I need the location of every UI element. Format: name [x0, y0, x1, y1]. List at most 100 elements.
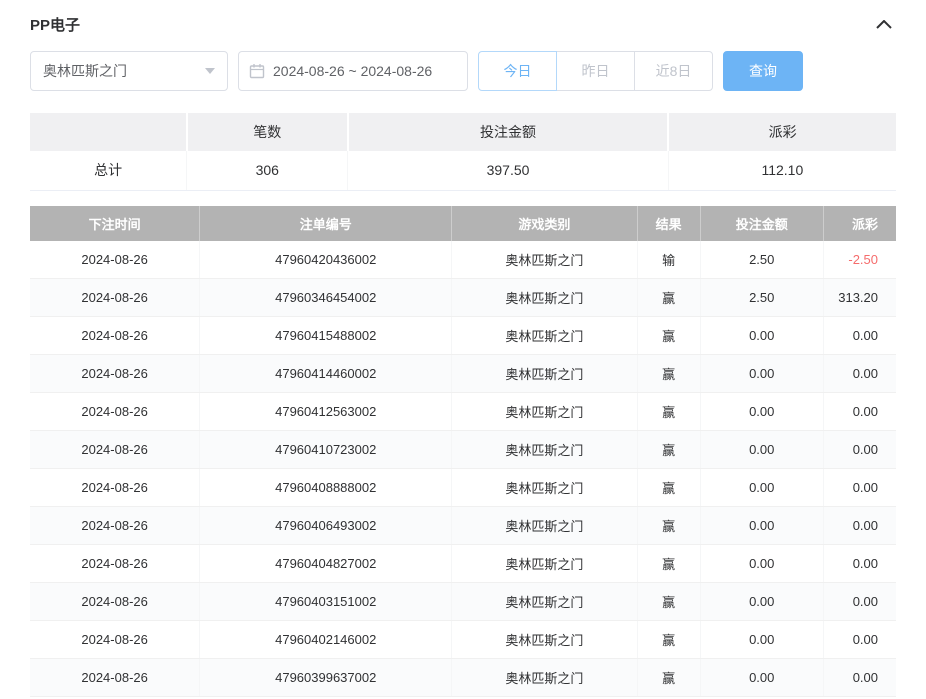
- summary-total-label: 总计: [30, 151, 187, 190]
- payout-cell: 0.00: [823, 583, 896, 621]
- bet-time-cell: 2024-08-26: [30, 545, 200, 583]
- bet-time-cell: 2024-08-26: [30, 507, 200, 545]
- game-category-cell: 奥林匹斯之门: [452, 279, 637, 317]
- game-category-cell: 奥林匹斯之门: [452, 393, 637, 431]
- bet-amount-cell: 0.00: [700, 431, 823, 469]
- payout-cell: 0.00: [823, 507, 896, 545]
- chevron-up-icon: [876, 20, 892, 29]
- bet-amount-cell: 0.00: [700, 621, 823, 659]
- result-cell: 赢: [637, 621, 700, 659]
- bet-amount-cell: 0.00: [700, 659, 823, 697]
- bet-time-cell: 2024-08-26: [30, 583, 200, 621]
- bet-id-cell: 47960402146002: [200, 621, 452, 659]
- summary-total-count: 306: [187, 151, 348, 190]
- payout-cell: 0.00: [823, 431, 896, 469]
- record-row: 2024-08-26 47960414460002 奥林匹斯之门 赢 0.00 …: [30, 355, 896, 393]
- game-select-value: 奥林匹斯之门: [43, 61, 127, 81]
- bet-time-cell: 2024-08-26: [30, 659, 200, 697]
- bet-id-cell: 47960403151002: [200, 583, 452, 621]
- record-row: 2024-08-26 47960420436002 奥林匹斯之门 输 2.50 …: [30, 241, 896, 279]
- bet-time-cell: 2024-08-26: [30, 469, 200, 507]
- last-8-days-button[interactable]: 近8日: [634, 51, 713, 91]
- bet-id-cell: 47960415488002: [200, 317, 452, 355]
- bet-id-cell: 47960399637002: [200, 659, 452, 697]
- collapse-button[interactable]: [872, 16, 896, 33]
- filter-bar: 奥林匹斯之门 2024-08-26 ~ 2024-08-26 今日 昨日 近8日…: [30, 51, 896, 91]
- records-header-row: 下注时间 注单编号 游戏类别 结果 投注金额 派彩: [30, 206, 896, 241]
- record-row: 2024-08-26 47960346454002 奥林匹斯之门 赢 2.50 …: [30, 279, 896, 317]
- bet-id-cell: 47960406493002: [200, 507, 452, 545]
- bet-time-cell: 2024-08-26: [30, 279, 200, 317]
- bet-id-cell: 47960410723002: [200, 431, 452, 469]
- record-row: 2024-08-26 47960404827002 奥林匹斯之门 赢 0.00 …: [30, 545, 896, 583]
- record-row: 2024-08-26 47960399637002 奥林匹斯之门 赢 0.00 …: [30, 659, 896, 697]
- result-cell: 赢: [637, 355, 700, 393]
- records-table: 下注时间 注单编号 游戏类别 结果 投注金额 派彩 2024-08-26 479…: [30, 206, 896, 698]
- bet-amount-cell: 0.00: [700, 583, 823, 621]
- bet-amount-cell: 0.00: [700, 317, 823, 355]
- game-category-cell: 奥林匹斯之门: [452, 469, 637, 507]
- bet-id-cell: 47960412563002: [200, 393, 452, 431]
- bet-id-cell: 47960420436002: [200, 241, 452, 279]
- result-cell: 赢: [637, 583, 700, 621]
- bet-time-cell: 2024-08-26: [30, 317, 200, 355]
- header-result: 结果: [637, 206, 700, 241]
- bet-amount-cell: 0.00: [700, 545, 823, 583]
- record-row: 2024-08-26 47960403151002 奥林匹斯之门 赢 0.00 …: [30, 583, 896, 621]
- payout-cell: 0.00: [823, 317, 896, 355]
- payout-cell: 0.00: [823, 469, 896, 507]
- calendar-icon: [249, 63, 265, 79]
- search-button[interactable]: 查询: [723, 51, 803, 91]
- summary-header-payout: 派彩: [668, 113, 896, 151]
- result-cell: 赢: [637, 393, 700, 431]
- payout-cell: 0.00: [823, 355, 896, 393]
- summary-header-blank: [30, 113, 187, 151]
- record-row: 2024-08-26 47960406493002 奥林匹斯之门 赢 0.00 …: [30, 507, 896, 545]
- summary-total-row: 总计 306 397.50 112.10: [30, 151, 896, 190]
- date-range-value: 2024-08-26 ~ 2024-08-26: [273, 63, 432, 79]
- bet-amount-cell: 2.50: [700, 279, 823, 317]
- result-cell: 输: [637, 241, 700, 279]
- header-game-category: 游戏类别: [452, 206, 637, 241]
- result-cell: 赢: [637, 431, 700, 469]
- result-cell: 赢: [637, 279, 700, 317]
- bet-id-cell: 47960346454002: [200, 279, 452, 317]
- date-range-picker[interactable]: 2024-08-26 ~ 2024-08-26: [238, 51, 468, 91]
- panel-title: PP电子: [30, 14, 80, 35]
- header-bet-amount: 投注金额: [700, 206, 823, 241]
- payout-cell: 313.20: [823, 279, 896, 317]
- record-row: 2024-08-26 47960408888002 奥林匹斯之门 赢 0.00 …: [30, 469, 896, 507]
- quick-date-button-group: 今日 昨日 近8日: [478, 51, 713, 91]
- yesterday-button[interactable]: 昨日: [556, 51, 635, 91]
- payout-cell: 0.00: [823, 621, 896, 659]
- bet-id-cell: 47960408888002: [200, 469, 452, 507]
- bet-amount-cell: 0.00: [700, 393, 823, 431]
- game-category-cell: 奥林匹斯之门: [452, 431, 637, 469]
- payout-cell: 0.00: [823, 545, 896, 583]
- summary-table: 笔数 投注金额 派彩 总计 306 397.50 112.10: [30, 113, 896, 191]
- bet-id-cell: 47960414460002: [200, 355, 452, 393]
- panel-header: PP电子: [30, 0, 896, 35]
- bet-amount-cell: 0.00: [700, 355, 823, 393]
- payout-cell: 0.00: [823, 659, 896, 697]
- result-cell: 赢: [637, 469, 700, 507]
- bet-amount-cell: 2.50: [700, 241, 823, 279]
- result-cell: 赢: [637, 659, 700, 697]
- result-cell: 赢: [637, 317, 700, 355]
- header-bet-time: 下注时间: [30, 206, 200, 241]
- payout-cell: 0.00: [823, 393, 896, 431]
- payout-cell: -2.50: [823, 241, 896, 279]
- game-select[interactable]: 奥林匹斯之门: [30, 51, 228, 91]
- record-row: 2024-08-26 47960410723002 奥林匹斯之门 赢 0.00 …: [30, 431, 896, 469]
- bet-time-cell: 2024-08-26: [30, 431, 200, 469]
- bet-id-cell: 47960404827002: [200, 545, 452, 583]
- bet-amount-cell: 0.00: [700, 507, 823, 545]
- chevron-down-icon: [205, 68, 215, 74]
- game-category-cell: 奥林匹斯之门: [452, 241, 637, 279]
- record-row: 2024-08-26 47960412563002 奥林匹斯之门 赢 0.00 …: [30, 393, 896, 431]
- today-button[interactable]: 今日: [478, 51, 557, 91]
- summary-header-bet-amount: 投注金额: [348, 113, 668, 151]
- header-payout: 派彩: [823, 206, 896, 241]
- result-cell: 赢: [637, 507, 700, 545]
- bet-time-cell: 2024-08-26: [30, 355, 200, 393]
